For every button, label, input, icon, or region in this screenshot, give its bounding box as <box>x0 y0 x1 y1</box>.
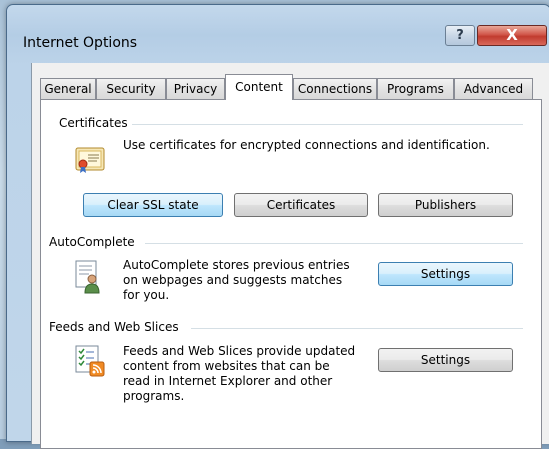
feeds-description: Feeds and Web Slices provide updated con… <box>123 344 388 404</box>
feeds-description-line: Feeds and Web Slices provide updated <box>123 344 356 358</box>
tab-security[interactable]: Security <box>96 78 166 99</box>
autocomplete-description: AutoComplete stores previous entries on … <box>123 258 383 303</box>
certificates-button[interactable]: Certificates <box>234 193 368 217</box>
tab-content[interactable]: Content <box>225 74 293 100</box>
autocomplete-description-line: AutoComplete stores previous entries <box>123 258 350 272</box>
feeds-description-line: read in Internet Explorer and other <box>123 374 333 388</box>
clear-ssl-state-button[interactable]: Clear SSL state <box>83 193 223 217</box>
internet-options-dialog: Internet Options ? X General Security Pr… <box>6 4 549 449</box>
feeds-icon <box>75 345 105 377</box>
certificates-heading: Certificates <box>59 116 132 130</box>
autocomplete-divider <box>145 243 523 244</box>
close-icon: X <box>506 26 518 44</box>
feeds-settings-button[interactable]: Settings <box>378 348 513 372</box>
feeds-heading: Feeds and Web Slices <box>49 320 183 334</box>
autocomplete-settings-button[interactable]: Settings <box>378 262 513 286</box>
dialog-title: Internet Options <box>23 35 138 51</box>
certificates-description: Use certificates for encrypted connectio… <box>123 138 490 152</box>
tab-privacy[interactable]: Privacy <box>166 78 225 99</box>
tab-connections[interactable]: Connections <box>293 78 377 99</box>
tab-general[interactable]: General <box>40 78 96 99</box>
autocomplete-description-line: on webpages and suggests matches <box>123 273 343 287</box>
autocomplete-heading: AutoComplete <box>49 235 139 249</box>
autocomplete-icon <box>75 260 100 294</box>
dialog-client-area: General Security Privacy Content Connect… <box>31 63 549 449</box>
feeds-divider <box>191 328 523 329</box>
tab-programs[interactable]: Programs <box>377 78 454 99</box>
certificates-divider <box>131 124 523 125</box>
feeds-description-line: programs. <box>123 389 185 403</box>
help-button[interactable]: ? <box>445 25 475 46</box>
content-tab-panel: Certificates Use certificates for encryp… <box>40 99 542 449</box>
publishers-button[interactable]: Publishers <box>378 193 513 217</box>
help-icon: ? <box>456 28 464 43</box>
tab-advanced[interactable]: Advanced <box>454 78 533 99</box>
autocomplete-description-line: for you. <box>123 288 170 302</box>
close-button[interactable]: X <box>477 25 547 46</box>
feeds-description-line: content from websites that can be <box>123 359 330 373</box>
certificate-icon <box>75 147 105 173</box>
